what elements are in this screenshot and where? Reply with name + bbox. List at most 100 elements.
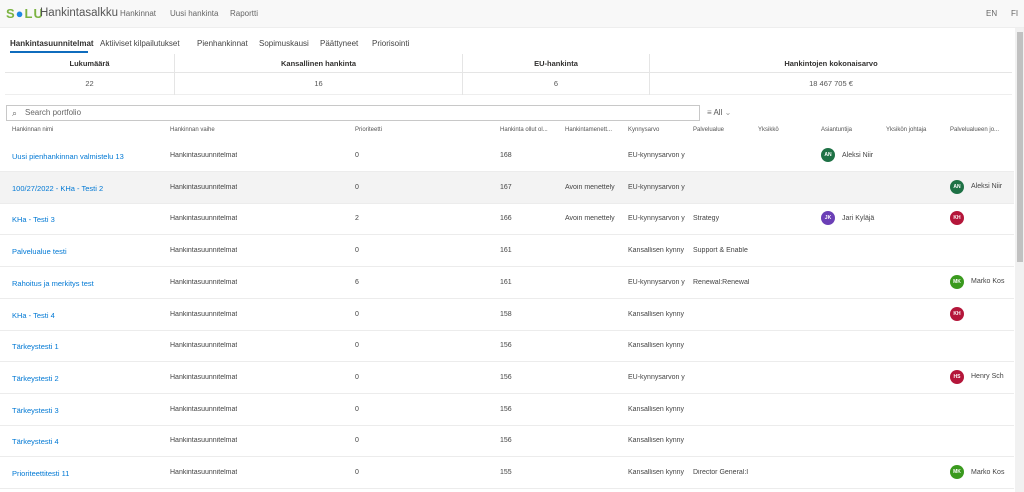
row-name-link[interactable]: 100/27/2022 - KHa - Testi 2: [12, 184, 103, 193]
filter-dropdown[interactable]: ≡ All ⌄: [707, 108, 731, 117]
avatar: MK: [950, 275, 964, 289]
person-name: Henry Sch: [971, 373, 1004, 380]
row-priority: 6: [355, 279, 359, 286]
row-threshold: EU-kynnysarvon y: [628, 374, 685, 381]
tab-aktiiviset[interactable]: Aktiiviset kilpailutukset: [100, 39, 180, 48]
row-method: Avoin menettely: [565, 184, 615, 191]
row-name-link[interactable]: Tärkeystesti 1: [12, 342, 59, 351]
table-row[interactable]: Uusi pienhankinnan valmistelu 13 Hankinta…: [0, 140, 1014, 172]
row-days: 156: [500, 374, 512, 381]
column-header[interactable]: Hankinta ollut ol...: [500, 127, 548, 133]
person-name: Marko Kos: [971, 278, 1004, 285]
nav-raportti[interactable]: Raportti: [230, 9, 258, 18]
row-priority: 0: [355, 342, 359, 349]
tab-sopimuskausi[interactable]: Sopimuskausi: [259, 39, 309, 48]
row-phase: Hankintasuunnitelmat: [170, 152, 237, 159]
row-phase: Hankintasuunnitelmat: [170, 437, 237, 444]
row-phase: Hankintasuunnitelmat: [170, 374, 237, 381]
person-name: Jari Kyläjä: [842, 215, 874, 222]
table-row[interactable]: Tärkeystesti 1 Hankintasuunnitelmat 0 156 Ka…: [0, 330, 1014, 362]
row-name-link[interactable]: Tärkeystesti 3: [12, 406, 59, 415]
person-lead[interactable]: KH: [950, 306, 971, 322]
summary-value: 22: [5, 73, 174, 94]
row-phase: Hankintasuunnitelmat: [170, 279, 237, 286]
tab-priorisointi[interactable]: Priorisointi: [372, 39, 409, 48]
table-row[interactable]: KHa - Testi 4Hankintasuunnitelmat0158Kan…: [0, 299, 1014, 331]
avatar: KH: [950, 211, 964, 225]
row-threshold: Kansallisen kynny: [628, 247, 684, 254]
person-name: Marko Kos: [971, 469, 1004, 476]
table-row[interactable]: Palvelualue testiHankintasuunnitelmat016…: [0, 235, 1014, 267]
column-header[interactable]: Kynnysarvo: [628, 127, 659, 133]
row-threshold: Kansallisen kynny: [628, 469, 684, 476]
column-header[interactable]: Hankinnan vaihe: [170, 127, 215, 133]
person-expert[interactable]: JKJari Kyläjä: [821, 210, 874, 226]
avatar: MK: [950, 465, 964, 479]
row-name-link[interactable]: Prioriteettitesti 11: [12, 469, 69, 478]
table-row[interactable]: Prioriteettitesti 11Hankintasuunnitelmat…: [0, 457, 1014, 489]
tab-paattyneet[interactable]: Päättyneet: [320, 39, 358, 48]
column-header[interactable]: Prioriteetti: [355, 127, 382, 133]
row-threshold: EU-kynnysarvon y: [628, 152, 685, 159]
nav-hankinnat[interactable]: Hankinnat: [120, 9, 156, 18]
row-priority: 0: [355, 406, 359, 413]
search-input[interactable]: ⌕Search portfolio: [6, 105, 700, 121]
row-threshold: Kansallisen kynny: [628, 342, 684, 349]
row-threshold: EU-kynnysarvon y: [628, 184, 685, 191]
column-header[interactable]: Hankintamenett...: [565, 127, 612, 133]
row-name-link[interactable]: Rahoitus ja merkitys test: [12, 279, 94, 288]
person-expert[interactable]: ANAleksi Niir: [821, 147, 873, 163]
column-header[interactable]: Yksikkö: [758, 127, 779, 133]
row-days: 167: [500, 184, 512, 191]
solu-logo[interactable]: S●LU: [6, 6, 44, 21]
scrollbar-thumb[interactable]: [1017, 32, 1023, 262]
tab-hankintasuunnitelmat[interactable]: Hankintasuunnitelmat: [10, 39, 94, 48]
row-name-link[interactable]: KHa - Testi 3: [12, 215, 55, 224]
row-name-link[interactable]: KHa - Testi 4: [12, 311, 55, 320]
person-lead[interactable]: MK Marko Kos: [950, 464, 1004, 480]
row-method: Avoin menettely: [565, 215, 615, 222]
filter-label: All: [713, 108, 722, 117]
search-placeholder: Search portfolio: [25, 108, 81, 117]
summary-value: 6: [463, 73, 649, 94]
summary-value: 18 467 705 €: [650, 73, 1012, 94]
chevron-down-icon: ⌄: [722, 108, 731, 117]
person-lead[interactable]: HS Henry Sch: [950, 369, 1004, 385]
table-row[interactable]: 100/27/2022 - KHa - Testi 2Hankintasuunn…: [0, 172, 1014, 204]
row-name-link[interactable]: Palvelualue testi: [12, 247, 67, 256]
row-days: 166: [500, 215, 512, 222]
row-days: 158: [500, 311, 512, 318]
row-name-link[interactable]: Uusi pienhankinnan valmistelu 13: [12, 152, 124, 161]
lang-en[interactable]: EN: [986, 9, 997, 18]
table-row[interactable]: Rahoitus ja merkitys test Hankintasuunnit…: [0, 267, 1014, 299]
column-header[interactable]: Asiantuntija: [821, 127, 852, 133]
person-lead[interactable]: ANAleksi Niir: [950, 179, 1002, 195]
nav-uusi-hankinta[interactable]: Uusi hankinta: [170, 9, 218, 18]
column-header[interactable]: Palvelualue: [693, 127, 724, 133]
app-title[interactable]: Hankintasalkku: [40, 7, 118, 19]
table-row[interactable]: Tärkeystesti 4Hankintasuunnitelmat0156Ka…: [0, 425, 1014, 457]
table-row[interactable]: KHa - Testi 3Hankintasuunnitelmat2166Avo…: [0, 203, 1014, 235]
table-row[interactable]: Tärkeystesti 2Hankintasuunnitelmat0156EU…: [0, 362, 1014, 394]
row-threshold: Kansallisen kynny: [628, 406, 684, 413]
tab-pienhankinnat[interactable]: Pienhankinnat: [197, 39, 248, 48]
row-area: Director General:I: [693, 469, 748, 476]
row-name-link[interactable]: Tärkeystesti 2: [12, 374, 59, 383]
row-days: 161: [500, 247, 512, 254]
person-lead[interactable]: MK Marko Kos: [950, 274, 1004, 290]
row-phase: Hankintasuunnitelmat: [170, 311, 237, 318]
active-tab-indicator: [10, 51, 88, 53]
row-priority: 0: [355, 184, 359, 191]
row-days: 156: [500, 342, 512, 349]
avatar: HS: [950, 370, 964, 384]
lang-fi[interactable]: FI: [1011, 9, 1018, 18]
table-row[interactable]: Tärkeystesti 3Hankintasuunnitelmat0156Ka…: [0, 394, 1014, 426]
column-header[interactable]: Palvelualueen jo...: [950, 127, 999, 133]
row-name-link[interactable]: Tärkeystesti 4: [12, 437, 59, 446]
column-header[interactable]: Yksikön johtaja: [886, 127, 926, 133]
row-phase: Hankintasuunnitelmat: [170, 342, 237, 349]
row-phase: Hankintasuunnitelmat: [170, 215, 237, 222]
column-header[interactable]: Hankinnan nimi: [12, 127, 53, 133]
person-lead[interactable]: KH: [950, 210, 971, 226]
summary-header: Kansallinen hankinta: [175, 54, 462, 73]
